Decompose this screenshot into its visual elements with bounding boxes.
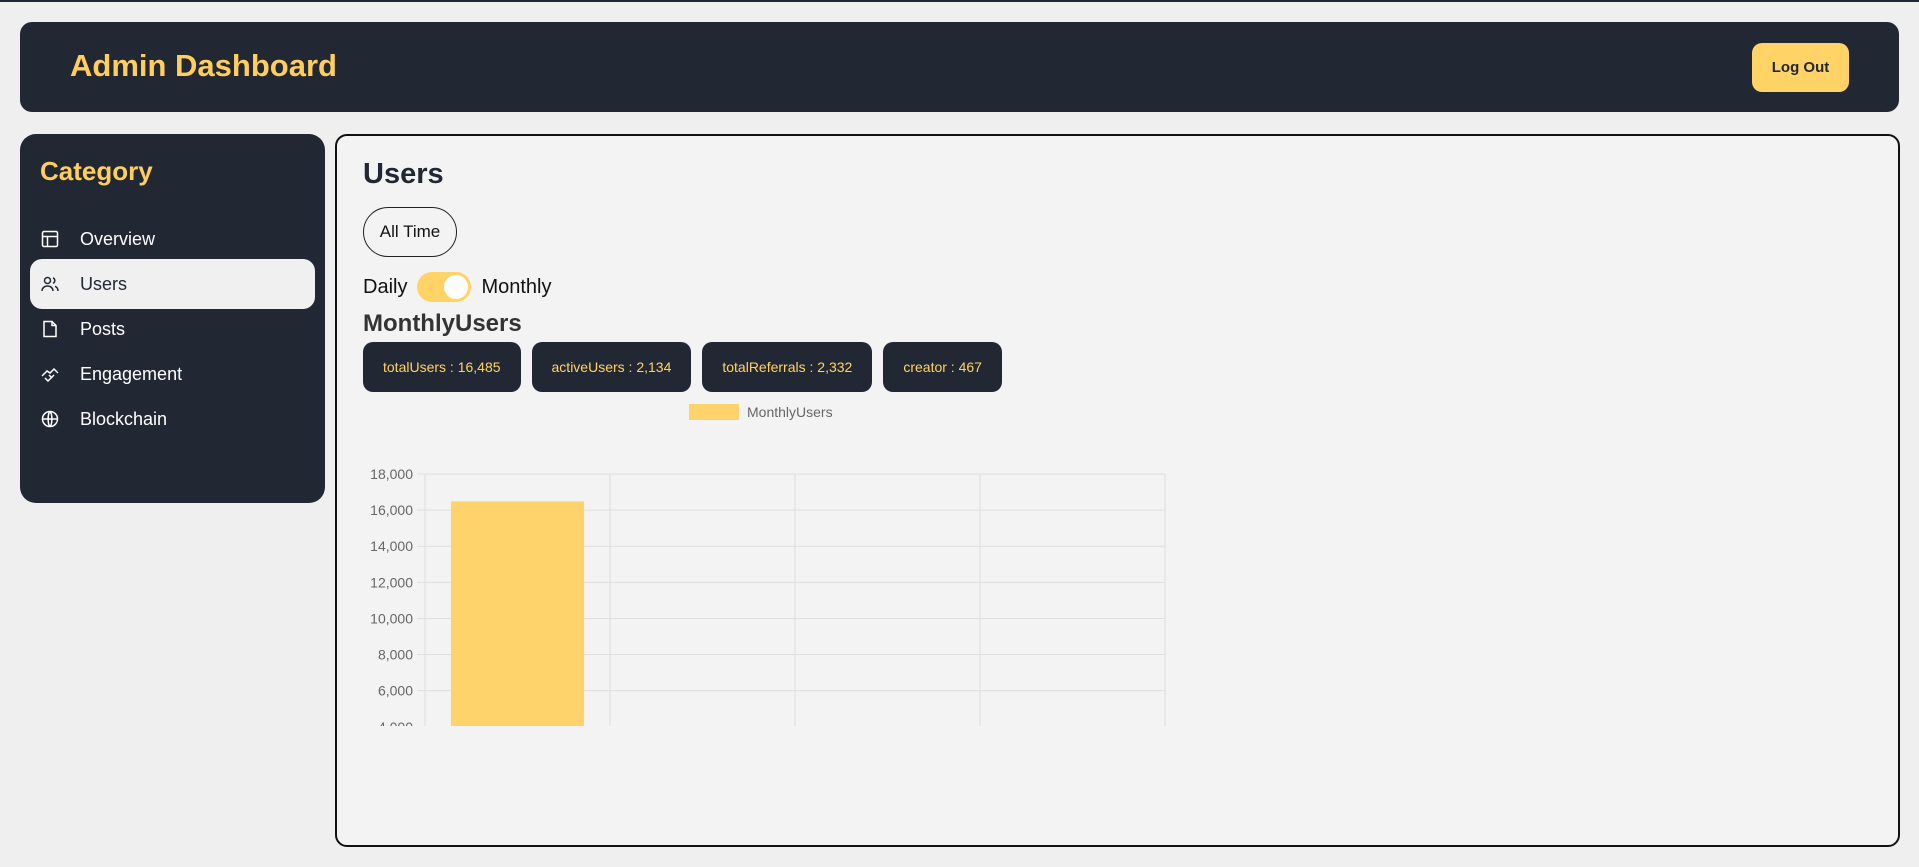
layout-icon xyxy=(40,229,60,249)
logout-button[interactable]: Log Out xyxy=(1752,43,1849,92)
y-tick-label: 10,000 xyxy=(370,610,413,626)
monthly-label: Monthly xyxy=(481,275,552,298)
legend-swatch xyxy=(689,404,739,420)
stat-badge-total-referrals: totalReferrals : 2,332 xyxy=(702,342,873,392)
handshake-icon xyxy=(40,364,60,384)
stat-badge-creator: creator : 467 xyxy=(883,342,1002,392)
daily-label: Daily xyxy=(363,275,408,298)
globe-icon xyxy=(40,409,60,429)
sidebar-item-label: Overview xyxy=(80,228,156,249)
sidebar-item-label: Engagement xyxy=(80,363,183,384)
y-tick-label: 16,000 xyxy=(370,502,413,518)
page-title: Users xyxy=(363,158,444,190)
document-icon xyxy=(40,319,60,339)
sidebar-item-label: Users xyxy=(80,273,128,294)
top-header: Admin Dashboard Log Out xyxy=(20,22,1899,112)
y-tick-label: 6,000 xyxy=(378,683,413,699)
time-range-button[interactable]: All Time xyxy=(363,207,457,257)
period-toggle-switch[interactable] xyxy=(417,272,472,302)
sidebar-item-label: Blockchain xyxy=(80,408,168,429)
y-tick-label: 14,000 xyxy=(370,538,413,554)
period-toggle-row: Daily Monthly xyxy=(363,272,551,302)
monthly-users-bar-chart: 02,0004,0006,0008,00010,00012,00014,0001… xyxy=(370,404,1166,726)
sidebar-title: Category xyxy=(40,156,153,186)
users-icon xyxy=(40,274,60,294)
app-title: Admin Dashboard xyxy=(70,48,337,83)
sidebar: Category Overview Users Posts Engagement… xyxy=(20,134,325,503)
stat-badge-active-users: activeUsers : 2,134 xyxy=(531,342,692,392)
sidebar-item-engagement[interactable]: Engagement xyxy=(30,349,315,399)
y-tick-label: 18,000 xyxy=(370,466,413,482)
sidebar-item-blockchain[interactable]: Blockchain xyxy=(30,394,315,444)
stat-badge-total-users: totalUsers : 16,485 xyxy=(363,342,521,392)
sidebar-item-posts[interactable]: Posts xyxy=(30,304,315,354)
sidebar-item-overview[interactable]: Overview xyxy=(30,214,315,264)
stat-badges: totalUsers : 16,485 activeUsers : 2,134 … xyxy=(363,342,1002,392)
section-title: MonthlyUsers xyxy=(363,310,522,337)
bar xyxy=(450,501,585,726)
main-panel: Users All Time Daily Monthly MonthlyUser… xyxy=(335,134,1900,847)
y-tick-label: 8,000 xyxy=(378,647,413,663)
legend-label: MonthlyUsers xyxy=(747,404,833,420)
toggle-knob xyxy=(444,275,469,299)
sidebar-item-label: Posts xyxy=(80,318,126,339)
sidebar-item-users[interactable]: Users xyxy=(30,259,315,309)
y-tick-label: 4,000 xyxy=(378,719,413,726)
y-tick-label: 12,000 xyxy=(370,574,413,590)
